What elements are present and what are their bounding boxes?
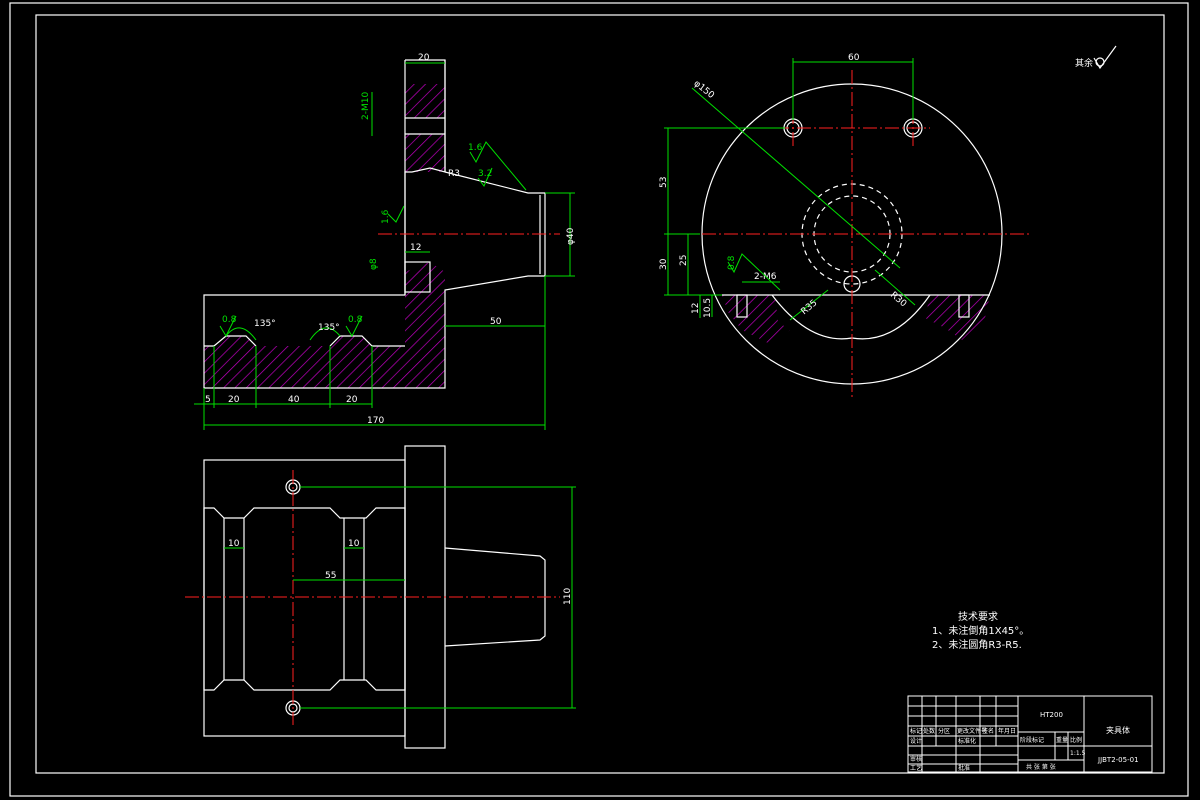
surface-finish-mark: 其余 — [1075, 45, 1117, 70]
rough-side-08: 0.8 — [727, 255, 737, 270]
engineering-drawing: 20 2-M10 φ40 12 φ8 50 170 5 20 40 20 135… — [9, 2, 1189, 797]
dim-angle-b: 135° — [318, 323, 340, 333]
dim-height-53: 53 — [659, 177, 669, 188]
tech-title: 技术要求 — [958, 610, 998, 623]
rough-08a: 0.8 — [222, 315, 237, 325]
tb-col-label-3: 签名 — [982, 727, 994, 735]
dim-hole-spacing: 60 — [848, 53, 860, 63]
dim-height-30: 30 — [659, 258, 669, 270]
dim-seg-20a: 20 — [228, 395, 240, 405]
tb-weight-label: 重量 — [1056, 736, 1068, 744]
rough-32: 3.2 — [478, 169, 492, 179]
dim-height-25: 25 — [679, 255, 689, 266]
tb-row-label-2: 审核 — [910, 755, 922, 763]
tb-sheet-label: 共 张 第 张 — [1026, 763, 1056, 771]
dim-hole-depth: φ8 — [369, 258, 379, 270]
tech-line-2: 2、未注圆角R3-R5. — [932, 638, 1022, 651]
base-hatch — [204, 336, 405, 388]
dim-length-170: 170 — [367, 416, 384, 426]
side-hatch-right — [925, 295, 990, 340]
dim-height-105: 10.5 — [703, 298, 713, 318]
dim-height-110: 110 — [563, 588, 573, 605]
rough-16b: 1.6 — [381, 209, 391, 224]
dim-cone-diameter: φ40 — [566, 227, 576, 245]
inner-border — [35, 14, 1165, 774]
dim-height-12: 12 — [691, 303, 701, 314]
tb-col-label-4: 年月日 — [998, 727, 1016, 735]
tb-approve-label: 批准 — [958, 764, 970, 772]
dim-hole-width: 12 — [410, 243, 421, 253]
dim-top-thread: 2-M10 — [361, 92, 371, 120]
surface-mark-text: 其余 — [1075, 57, 1093, 69]
dim-slot-b-text: 10 — [348, 539, 360, 549]
dim-slot-a-text: 10 — [228, 539, 240, 549]
dim-seg-20b: 20 — [346, 395, 358, 405]
dim-offset-55: 55 — [325, 571, 336, 581]
dim-r30: R30 — [888, 290, 908, 309]
side-view: 60 φ150 53 30 25 12 10.5 2-M6 0.8 R35 R3… — [659, 53, 1030, 400]
tb-col-label-0: 处数 — [923, 727, 935, 735]
tb-std-label: 标准化 — [958, 737, 976, 745]
dim-seg-5: 5 — [205, 395, 211, 405]
tb-row-label-0: 标记 — [910, 727, 922, 735]
tb-drawing-no: JJBT2-05-01 — [1097, 756, 1139, 764]
dim-angle-a: 135° — [254, 319, 276, 329]
tb-stage-label: 阶段标记 — [1020, 736, 1044, 744]
tb-row-label-1: 设计 — [910, 737, 922, 745]
tb-col-label-1: 分区 — [938, 727, 950, 735]
tech-line-1: 1、未注倒角1X45°。 — [932, 624, 1029, 637]
tb-scale: 1:1.5 — [1070, 750, 1086, 757]
dim-flange-width: 20 — [418, 53, 430, 63]
rough-16a: 1.6 — [468, 143, 483, 153]
title-block: 标记 设计 审核 工艺 处数 分区 更改文件号 签名 年月日 标准化 批准 HT… — [907, 695, 1153, 773]
dim-radius-r3: R3 — [448, 169, 460, 179]
outer-border — [9, 2, 1189, 797]
flange-low-hatch — [405, 262, 445, 388]
dim-seg-40: 40 — [288, 395, 300, 405]
top-base-outline — [203, 459, 406, 737]
dim-thread: 2-M6 — [754, 272, 777, 282]
flange-top-hatch — [405, 84, 445, 118]
dim-r35: R35 — [799, 298, 819, 317]
rough-08b: 0.8 — [348, 315, 363, 325]
tb-row-label-3: 工艺 — [910, 764, 922, 772]
slot-left — [203, 507, 406, 691]
side-hatch-left — [722, 295, 790, 345]
top-view: 10 10 55 110 — [185, 445, 576, 749]
tb-material: HT200 — [1040, 711, 1063, 719]
tb-scale-label: 比例 — [1070, 736, 1082, 744]
dim-phi150-leader — [691, 87, 901, 269]
tb-part-name: 夹具体 — [1106, 725, 1130, 735]
front-section-view: 20 2-M10 φ40 12 φ8 50 170 5 20 40 20 135… — [194, 53, 576, 430]
flange-mid-hatch — [405, 134, 445, 172]
dim-length-50: 50 — [490, 317, 502, 327]
tech-requirements: 技术要求 1、未注倒角1X45°。 2、未注圆角R3-R5. — [932, 610, 1029, 651]
roughness-circle-icon — [1095, 57, 1105, 67]
